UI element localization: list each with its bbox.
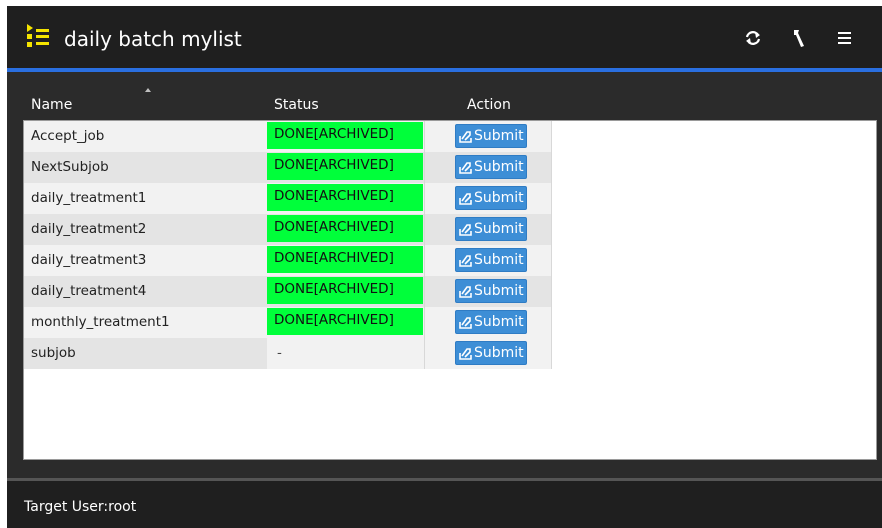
table-row[interactable]: NextSubjob DONE[ARCHIVED] Submit [24, 152, 552, 183]
menu-button[interactable] [833, 26, 857, 50]
column-header-action: Action [467, 97, 511, 113]
table-row[interactable]: daily_treatment2 DONE[ARCHIVED] Submit [24, 214, 552, 245]
job-table: Accept_job DONE[ARCHIVED] Submit NextSub… [23, 120, 877, 460]
action-cell: Submit [424, 245, 552, 276]
submit-label: Submit [474, 190, 524, 206]
column-header-name[interactable]: Name [31, 96, 72, 114]
submit-label: Submit [474, 345, 524, 361]
status-cell: DONE[ARCHIVED] [267, 214, 424, 245]
table-row[interactable]: subjob - Submit [24, 338, 552, 369]
status-badge: DONE[ARCHIVED] [267, 277, 423, 304]
submit-icon [459, 131, 472, 143]
status-badge: DONE[ARCHIVED] [267, 122, 423, 149]
status-badge: DONE[ARCHIVED] [267, 153, 423, 180]
footer-bar: Target User:root [7, 481, 882, 528]
settings-button[interactable] [787, 26, 811, 50]
status-cell: DONE[ARCHIVED] [267, 307, 424, 338]
status-cell: DONE[ARCHIVED] [267, 276, 424, 307]
job-name: NextSubjob [31, 159, 109, 175]
action-cell: Submit [424, 214, 552, 245]
main-content: Name Status Action Accept_job DONE[ARCHI… [7, 72, 882, 478]
job-name: Accept_job [31, 128, 105, 144]
page-title: daily batch mylist [64, 27, 242, 51]
submit-icon [459, 255, 472, 267]
submit-button[interactable]: Submit [455, 124, 527, 148]
job-name: monthly_treatment1 [31, 314, 170, 330]
submit-button[interactable]: Submit [455, 186, 527, 210]
header-bar: daily batch mylist [7, 6, 882, 68]
table-row[interactable]: daily_treatment1 DONE[ARCHIVED] Submit [24, 183, 552, 214]
action-cell: Submit [424, 183, 552, 214]
action-cell: Submit [424, 276, 552, 307]
status-cell: DONE[ARCHIVED] [267, 183, 424, 214]
submit-button[interactable]: Submit [455, 217, 527, 241]
status-badge: DONE[ARCHIVED] [267, 246, 423, 273]
submit-icon [459, 317, 472, 329]
submit-label: Submit [474, 283, 524, 299]
job-name: daily_treatment4 [31, 283, 147, 299]
table-row[interactable]: daily_treatment3 DONE[ARCHIVED] Submit [24, 245, 552, 276]
list-icon [27, 24, 49, 47]
action-cell: Submit [424, 152, 552, 183]
submit-icon [459, 162, 472, 174]
submit-icon [459, 348, 472, 360]
status-text: - [277, 345, 282, 361]
app-window: daily batch mylist Name Status Action Ac… [7, 6, 882, 528]
submit-label: Submit [474, 221, 524, 237]
submit-button[interactable]: Submit [455, 248, 527, 272]
refresh-icon [745, 31, 761, 45]
table-row[interactable]: Accept_job DONE[ARCHIVED] Submit [24, 121, 552, 152]
status-badge: DONE[ARCHIVED] [267, 184, 423, 211]
wrench-icon [794, 30, 804, 47]
submit-label: Submit [474, 159, 524, 175]
job-name: subjob [31, 345, 76, 361]
job-name: daily_treatment3 [31, 252, 147, 268]
submit-label: Submit [474, 314, 524, 330]
action-cell: Submit [424, 307, 552, 338]
table-row[interactable]: daily_treatment4 DONE[ARCHIVED] Submit [24, 276, 552, 307]
status-badge: DONE[ARCHIVED] [267, 308, 423, 335]
submit-button[interactable]: Submit [455, 310, 527, 334]
job-name: daily_treatment1 [31, 190, 147, 206]
submit-button[interactable]: Submit [455, 155, 527, 179]
status-cell: DONE[ARCHIVED] [267, 245, 424, 276]
submit-button[interactable]: Submit [455, 279, 527, 303]
action-cell: Submit [424, 338, 552, 369]
column-header-status[interactable]: Status [274, 96, 319, 114]
action-cell: Submit [424, 121, 552, 152]
target-user-label: Target User:root [24, 499, 137, 515]
status-cell: DONE[ARCHIVED] [267, 121, 424, 152]
sort-ascending-icon[interactable] [145, 88, 151, 92]
submit-label: Submit [474, 128, 524, 144]
submit-label: Submit [474, 252, 524, 268]
submit-button[interactable]: Submit [455, 341, 527, 365]
submit-icon [459, 286, 472, 298]
submit-icon [459, 193, 472, 205]
submit-icon [459, 224, 472, 236]
hamburger-menu-icon [838, 32, 851, 44]
job-name: daily_treatment2 [31, 221, 147, 237]
table-row[interactable]: monthly_treatment1 DONE[ARCHIVED] Submit [24, 307, 552, 338]
refresh-button[interactable] [741, 26, 765, 50]
status-cell: - [267, 338, 424, 369]
status-cell: DONE[ARCHIVED] [267, 152, 424, 183]
status-badge: DONE[ARCHIVED] [267, 215, 423, 242]
